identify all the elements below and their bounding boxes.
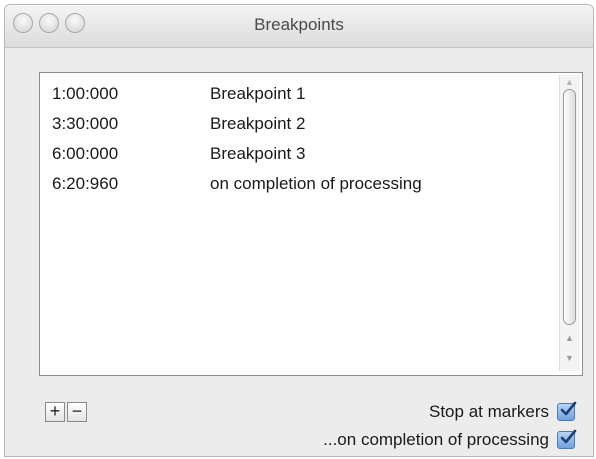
breakpoint-time: 3:30:000 [52, 114, 119, 133]
scroll-down-arrow-icon[interactable]: ▼ [565, 353, 574, 363]
breakpoint-label: Breakpoint 1 [210, 84, 306, 103]
breakpoint-label: Breakpoint 2 [210, 114, 306, 133]
breakpoint-time: 6:20:960 [52, 174, 119, 193]
scroll-up-arrow-icon[interactable]: ▲ [565, 333, 574, 343]
stop-at-markers-option[interactable]: Stop at markers [429, 401, 577, 423]
scroll-top-cap-icon: ▲ [565, 77, 574, 87]
vertical-scrollbar[interactable]: ▲ ▲ ▼ [559, 75, 580, 371]
on-completion-option[interactable]: ...on completion of processing [323, 429, 577, 451]
breakpoints-window: Breakpoints 1:00:000 Breakpoint 1 3:30:0… [4, 4, 594, 457]
breakpoint-label: on completion of processing [210, 174, 422, 193]
list-item[interactable]: 1:00:000 Breakpoint 1 [40, 79, 550, 109]
breakpoints-list[interactable]: 1:00:000 Breakpoint 1 3:30:000 Breakpoin… [39, 72, 583, 376]
on-completion-checkbox[interactable] [557, 429, 577, 449]
stop-at-markers-label: Stop at markers [429, 402, 549, 421]
on-completion-label: ...on completion of processing [323, 430, 549, 449]
checkmark-icon [560, 429, 577, 444]
window-title: Breakpoints [254, 15, 344, 34]
list-item[interactable]: 3:30:000 Breakpoint 2 [40, 109, 550, 139]
scrollbar-thumb[interactable] [563, 89, 576, 325]
list-item[interactable]: 6:00:000 Breakpoint 3 [40, 139, 550, 169]
breakpoint-time: 6:00:000 [52, 144, 119, 163]
checkmark-icon [560, 401, 577, 416]
remove-breakpoint-button[interactable]: − [67, 402, 87, 422]
stop-at-markers-checkbox[interactable] [557, 401, 577, 421]
title-bar[interactable]: Breakpoints [5, 5, 593, 48]
list-item[interactable]: 6:20:960 on completion of processing [40, 169, 550, 199]
breakpoint-time: 1:00:000 [52, 84, 119, 103]
add-breakpoint-button[interactable]: + [45, 402, 65, 422]
breakpoint-label: Breakpoint 3 [210, 144, 306, 163]
